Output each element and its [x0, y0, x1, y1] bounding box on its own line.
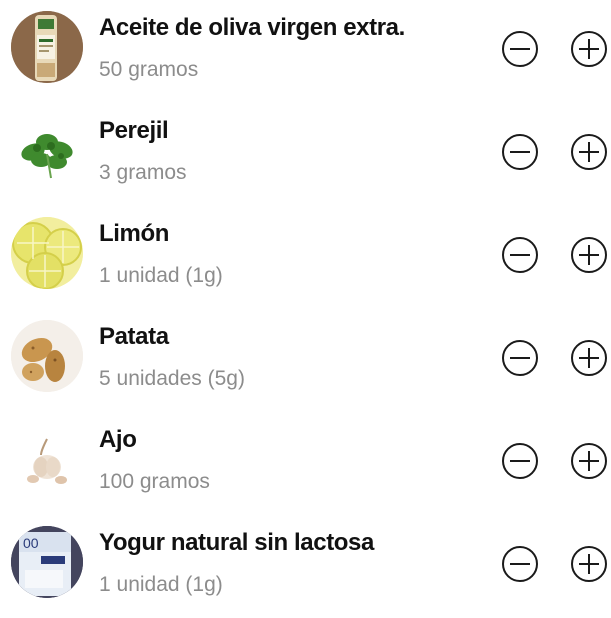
ingredient-name: Aceite de oliva virgen extra. — [99, 14, 405, 41]
ingredient-row: Ajo 100 gramos — [0, 412, 611, 515]
ingredient-row: Perejil 3 gramos — [0, 103, 611, 206]
ingredient-list: Aceite de oliva virgen extra. 50 gramos — [0, 0, 611, 598]
garlic-image — [11, 423, 83, 495]
ingredient-quantity: 3 gramos — [99, 161, 187, 184]
ingredient-row: Limón 1 unidad (1g) — [0, 206, 611, 309]
olive-oil-bottle-image — [11, 11, 83, 83]
ingredient-name: Patata — [99, 323, 169, 350]
parsley-image — [11, 114, 83, 186]
ingredient-quantity: 5 unidades (5g) — [99, 367, 245, 390]
ingredient-row: Aceite de oliva virgen extra. 50 gramos — [0, 0, 611, 103]
ingredient-quantity: 1 unidad (1g) — [99, 264, 223, 287]
plus-circle-icon[interactable] — [570, 133, 608, 171]
lemon-slices-image — [11, 217, 83, 289]
ingredient-name: Yogur natural sin lactosa — [99, 529, 374, 556]
ingredient-row: 00 Yogur natural sin lactosa 1 unidad (1… — [0, 515, 611, 618]
plus-circle-icon[interactable] — [570, 442, 608, 480]
ingredient-name: Perejil — [99, 117, 169, 144]
ingredient-quantity: 50 gramos — [99, 58, 199, 81]
svg-text:00: 00 — [23, 535, 39, 551]
minus-circle-icon[interactable] — [501, 236, 539, 274]
minus-circle-icon[interactable] — [501, 133, 539, 171]
minus-circle-icon[interactable] — [501, 339, 539, 377]
ingredient-row: Patata 5 unidades (5g) — [0, 309, 611, 412]
plus-circle-icon[interactable] — [570, 545, 608, 583]
ingredient-name: Limón — [99, 220, 169, 247]
lactose-free-yogurt-image: 00 — [11, 526, 83, 598]
plus-circle-icon[interactable] — [570, 30, 608, 68]
ingredient-name: Ajo — [99, 426, 137, 453]
potatoes-image — [11, 320, 83, 392]
ingredient-quantity: 1 unidad (1g) — [99, 573, 223, 596]
plus-circle-icon[interactable] — [570, 339, 608, 377]
plus-circle-icon[interactable] — [570, 236, 608, 274]
minus-circle-icon[interactable] — [501, 30, 539, 68]
minus-circle-icon[interactable] — [501, 442, 539, 480]
ingredient-quantity: 100 gramos — [99, 470, 210, 493]
minus-circle-icon[interactable] — [501, 545, 539, 583]
